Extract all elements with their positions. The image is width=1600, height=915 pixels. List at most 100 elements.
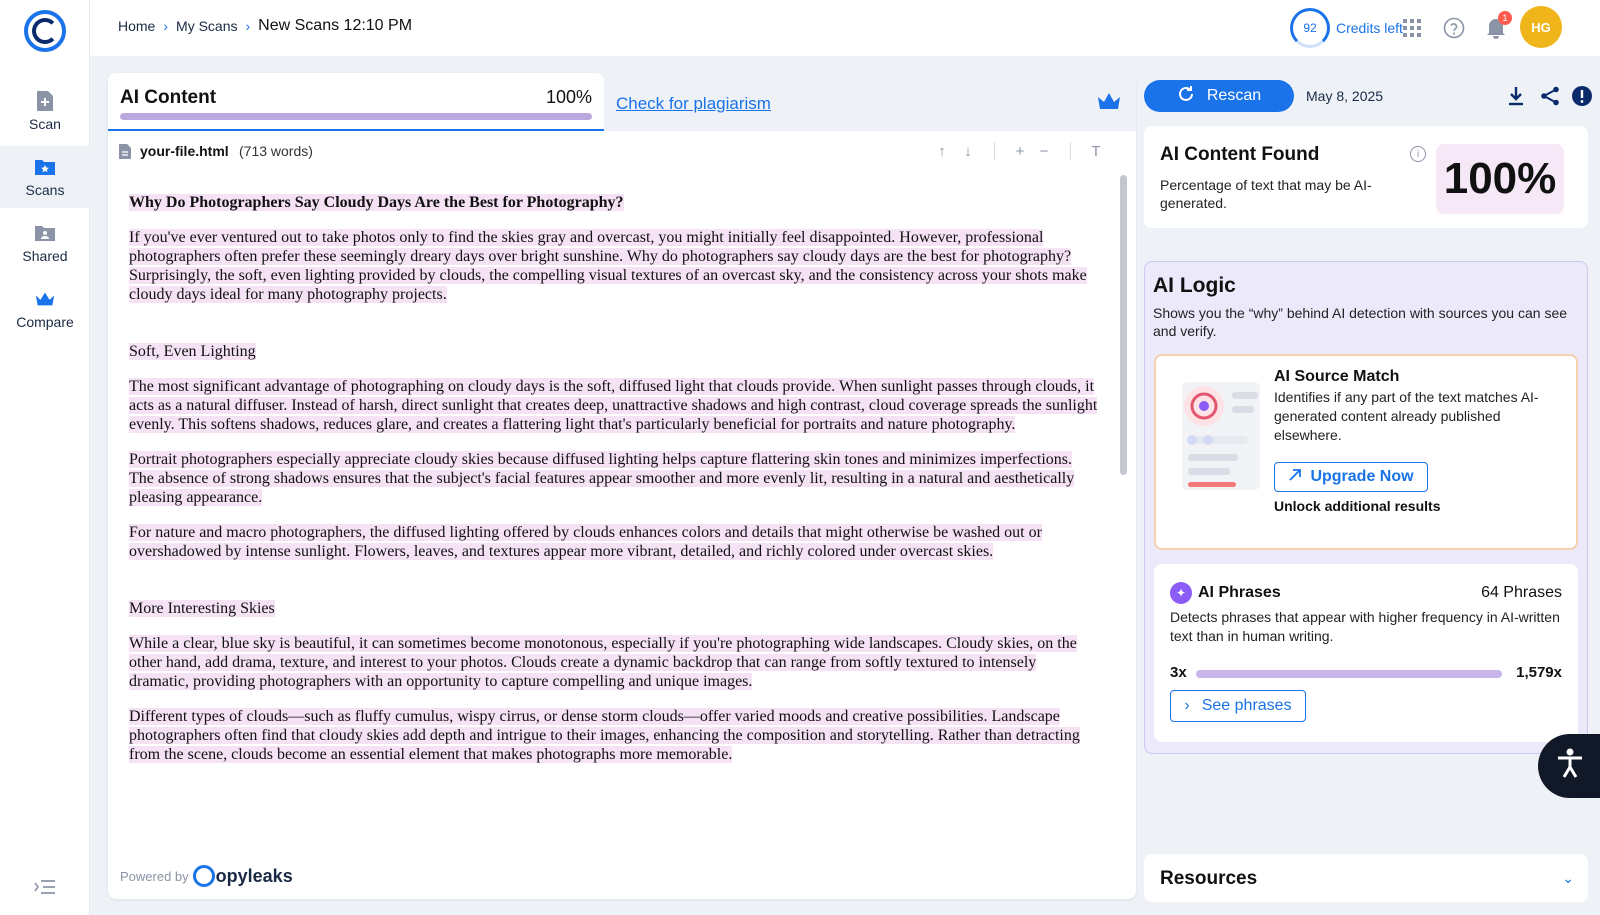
accessibility-button[interactable] — [1538, 734, 1600, 798]
sparkle-icon: ✦ — [1170, 582, 1192, 604]
sidebar-item-label: Compare — [16, 314, 74, 330]
ai-progress-bar — [120, 113, 592, 120]
notification-badge: 1 — [1498, 11, 1512, 25]
chevron-right-icon: › — [1184, 697, 1190, 714]
rescan-label: Rescan — [1206, 87, 1262, 104]
sidebar-item-shared[interactable]: Shared — [0, 212, 90, 274]
alert-icon[interactable] — [1570, 84, 1594, 108]
chevron-right-icon: › — [245, 18, 251, 34]
document-icon — [118, 143, 132, 160]
accessibility-icon — [1552, 746, 1588, 787]
phrases-min: 3x — [1170, 664, 1187, 681]
document-paragraph: Portrait photographers especially apprec… — [129, 451, 1075, 506]
found-title: AI Content Found — [1160, 144, 1320, 165]
phrases-range-bar — [1196, 670, 1502, 678]
powered-by-label: Powered by — [120, 868, 189, 884]
info-icon[interactable]: i — [1410, 146, 1426, 162]
copyleaks-brand[interactable]: opyleaks — [192, 865, 293, 887]
document-paragraph: While a clear, blue sky is beautiful, it… — [129, 635, 1077, 690]
sidebar-item-label: Shared — [22, 248, 68, 264]
source-match-description: Identifies if any part of the text match… — [1274, 389, 1539, 443]
document-paragraph: For nature and macro photographers, the … — [129, 524, 1042, 560]
bell-icon[interactable]: 1 — [1484, 11, 1512, 40]
document-panel: AI Content 100% Check for plagiarism you… — [108, 73, 1136, 899]
arrow-up-icon[interactable]: ↑ — [932, 141, 952, 161]
sidebar-item-scan[interactable]: Scan — [0, 80, 90, 142]
credits-ring: 92 — [1290, 8, 1330, 48]
arrow-down-icon[interactable]: ↓ — [958, 141, 978, 161]
resources-card[interactable]: Resources ⌄ — [1144, 854, 1588, 902]
document-body: Why Do Photographers Say Cloudy Days Are… — [108, 171, 1118, 851]
breadcrumb-my-scans[interactable]: My Scans — [176, 18, 237, 34]
source-match-title: AI Source Match — [1274, 368, 1400, 385]
zoom-in-icon[interactable]: + — [1010, 141, 1030, 161]
text-format-icon[interactable]: T — [1086, 141, 1106, 161]
copyleaks-logo-icon[interactable] — [24, 10, 66, 52]
upgrade-label: Upgrade Now — [1310, 468, 1414, 485]
crown-icon — [34, 288, 56, 310]
sidebar-item-compare[interactable]: Compare — [0, 278, 90, 340]
sidebar: Scan Scans Shared Compare — [0, 0, 90, 915]
see-phrases-button[interactable]: › See phrases — [1170, 690, 1306, 722]
chevron-down-icon: ⌄ — [1562, 870, 1574, 886]
logic-title: AI Logic — [1153, 274, 1236, 297]
tab-ai-percent: 100% — [545, 87, 592, 107]
tab-ai-title: AI Content — [120, 87, 217, 108]
sidebar-item-label: Scans — [25, 182, 65, 198]
source-match-illustration — [1174, 382, 1260, 492]
rescan-button[interactable]: Rescan — [1144, 80, 1294, 112]
ai-logic-card: AI Logic Shows you the “why” behind AI d… — [1144, 261, 1588, 754]
see-phrases-label: See phrases — [1201, 697, 1292, 714]
copyleaks-logo-icon — [192, 865, 215, 887]
document-title: Why Do Photographers Say Cloudy Days Are… — [129, 194, 624, 211]
top-bar: Home › My Scans › New Scans 12:10 PM 92 … — [90, 0, 1600, 56]
tab-ai-content[interactable]: AI Content 100% — [108, 73, 604, 131]
crown-icon[interactable] — [1096, 91, 1122, 111]
brand-name: opyleaks — [215, 865, 293, 886]
powered-by: Powered by opyleaks — [120, 865, 293, 887]
document-scrollbar[interactable] — [1120, 175, 1127, 475]
document-subheading: Soft, Even Lighting — [129, 343, 256, 360]
sidebar-item-scans[interactable]: Scans — [0, 146, 90, 208]
refresh-icon — [1177, 85, 1195, 108]
document-subheading: More Interesting Skies — [129, 600, 275, 617]
download-icon[interactable] — [1504, 84, 1528, 108]
chevron-right-icon: › — [163, 18, 169, 34]
star-folder-icon — [34, 156, 56, 178]
external-link-icon — [1288, 468, 1302, 487]
document-paragraph: If you've ever ventured out to take phot… — [129, 229, 1087, 303]
breadcrumb-home[interactable]: Home — [118, 18, 155, 34]
avatar[interactable]: HG — [1520, 6, 1562, 48]
breadcrumb-current: New Scans 12:10 PM — [258, 17, 413, 34]
ai-phrases-card: ✦ AI Phrases 64 Phrases Detects phrases … — [1154, 564, 1578, 742]
found-percent: 100% — [1436, 144, 1564, 214]
unlock-label: Unlock additional results — [1274, 498, 1441, 514]
scan-date: May 8, 2025 — [1306, 88, 1384, 104]
logic-description: Shows you the “why” behind AI detection … — [1153, 305, 1568, 339]
shared-folder-icon — [34, 222, 56, 244]
expand-sidebar-icon[interactable] — [34, 880, 56, 894]
found-description: Percentage of text that may be AI-genera… — [1160, 177, 1372, 211]
share-icon[interactable] — [1538, 84, 1562, 108]
credits-label: Credits left — [1336, 20, 1403, 36]
check-plagiarism-link[interactable]: Check for plagiarism — [616, 94, 771, 114]
phrases-description: Detects phrases that appear with higher … — [1170, 609, 1560, 644]
ai-source-match-card: AI Source Match Identifies if any part o… — [1154, 354, 1578, 550]
sidebar-item-label: Scan — [29, 116, 61, 132]
document-paragraph: Different types of clouds—such as fluffy… — [129, 708, 1080, 763]
file-toolbar: your-file.html (713 words) ↑ ↓ + − T — [108, 131, 1136, 171]
add-file-icon — [34, 90, 56, 112]
phrases-title: AI Phrases — [1198, 584, 1281, 601]
credits-indicator[interactable]: 92 Credits left — [1290, 8, 1403, 48]
apps-grid-icon[interactable] — [1400, 16, 1424, 40]
phrases-max: 1,579x — [1516, 664, 1562, 681]
phrases-count: 64 Phrases — [1481, 584, 1562, 601]
upgrade-now-button[interactable]: Upgrade Now — [1274, 462, 1428, 492]
zoom-out-icon[interactable]: − — [1034, 141, 1054, 161]
tab-row: AI Content 100% Check for plagiarism — [108, 73, 1136, 131]
document-paragraph: The most significant advantage of photog… — [129, 378, 1098, 433]
help-icon[interactable] — [1442, 16, 1466, 40]
file-name: your-file.html — [140, 143, 229, 159]
resources-title: Resources — [1160, 868, 1258, 889]
word-count: (713 words) — [239, 143, 313, 159]
